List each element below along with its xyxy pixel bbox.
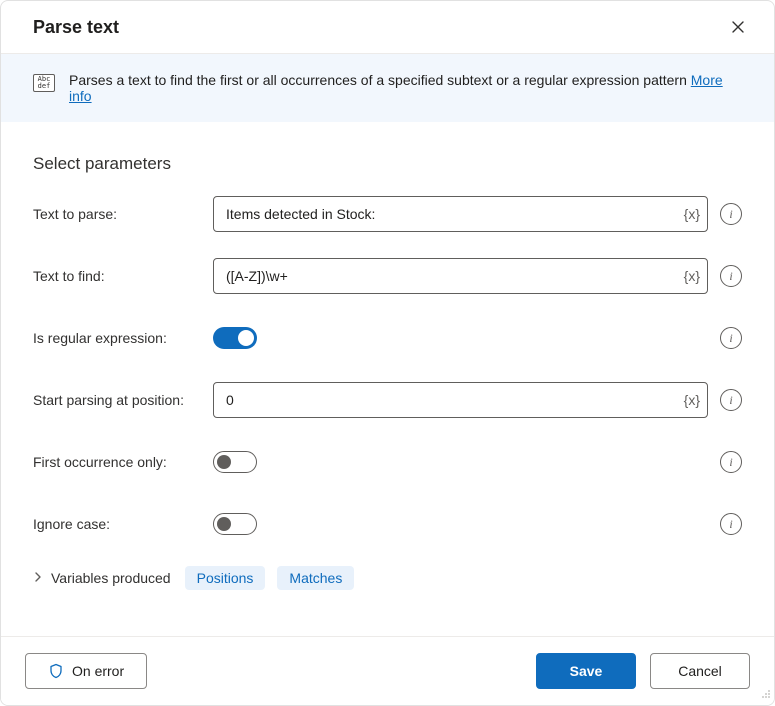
info-icon: i [729, 393, 732, 408]
row-variables-produced: Variables produced Positions Matches [33, 566, 742, 590]
row-ignore-case: Ignore case: i [33, 504, 742, 544]
info-icon: i [729, 455, 732, 470]
row-start-position: Start parsing at position: {x} i [33, 380, 742, 420]
on-error-label: On error [72, 663, 124, 679]
dialog-header: Parse text [1, 1, 774, 54]
label-start-position: Start parsing at position: [33, 392, 213, 408]
info-button[interactable]: i [720, 389, 742, 411]
info-banner: Abc def Parses a text to find the first … [1, 54, 774, 122]
info-icon: i [729, 207, 732, 222]
variables-produced-label: Variables produced [51, 570, 171, 586]
close-button[interactable] [726, 15, 750, 39]
shield-icon [48, 663, 64, 679]
dialog-title: Parse text [33, 17, 119, 38]
variable-chip[interactable]: Positions [185, 566, 266, 590]
banner-description: Parses a text to find the first or all o… [69, 72, 687, 88]
close-icon [730, 19, 746, 35]
text-to-parse-input[interactable] [213, 196, 708, 232]
ignore-case-toggle[interactable] [213, 513, 257, 535]
row-first-only: First occurrence only: i [33, 442, 742, 482]
variable-chips: Positions Matches [185, 566, 355, 590]
on-error-button[interactable]: On error [25, 653, 147, 689]
info-icon: i [729, 269, 732, 284]
label-text-to-find: Text to find: [33, 268, 213, 284]
parse-text-dialog: Parse text Abc def Parses a text to find… [0, 0, 775, 706]
variables-produced-expander[interactable]: Variables produced [33, 570, 171, 586]
variable-token-button[interactable]: {x} [684, 268, 700, 284]
cancel-button[interactable]: Cancel [650, 653, 750, 689]
label-text-to-parse: Text to parse: [33, 206, 213, 222]
info-icon: i [729, 331, 732, 346]
chevron-right-icon [33, 572, 43, 584]
start-position-input[interactable] [213, 382, 708, 418]
variable-token-button[interactable]: {x} [684, 206, 700, 222]
label-first-only: First occurrence only: [33, 454, 213, 470]
info-icon: i [729, 517, 732, 532]
info-button[interactable]: i [720, 327, 742, 349]
dialog-footer: On error Save Cancel [1, 636, 774, 705]
variable-token-button[interactable]: {x} [684, 392, 700, 408]
dialog-body: Select parameters Text to parse: {x} i T… [1, 122, 774, 636]
save-button[interactable]: Save [536, 653, 636, 689]
banner-text: Parses a text to find the first or all o… [69, 72, 742, 104]
action-type-icon: Abc def [33, 74, 55, 92]
info-button[interactable]: i [720, 265, 742, 287]
row-text-to-parse: Text to parse: {x} i [33, 194, 742, 234]
variable-chip[interactable]: Matches [277, 566, 354, 590]
label-is-regex: Is regular expression: [33, 330, 213, 346]
row-is-regex: Is regular expression: i [33, 318, 742, 358]
label-ignore-case: Ignore case: [33, 516, 213, 532]
info-button[interactable]: i [720, 203, 742, 225]
is-regex-toggle[interactable] [213, 327, 257, 349]
text-to-find-input[interactable] [213, 258, 708, 294]
first-only-toggle[interactable] [213, 451, 257, 473]
section-title: Select parameters [33, 154, 742, 174]
info-button[interactable]: i [720, 513, 742, 535]
info-button[interactable]: i [720, 451, 742, 473]
row-text-to-find: Text to find: {x} i [33, 256, 742, 296]
